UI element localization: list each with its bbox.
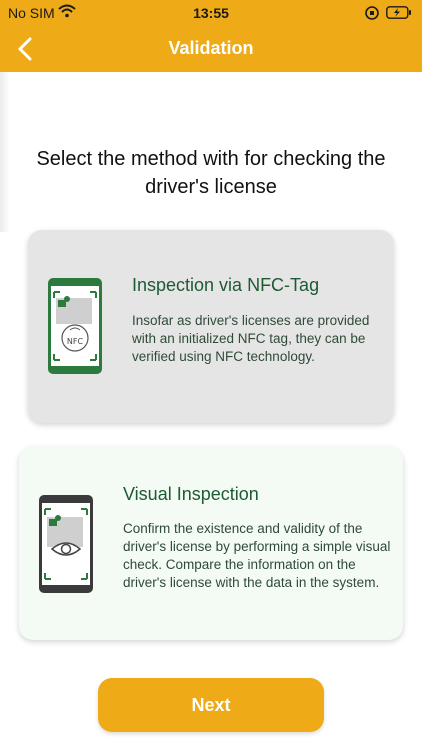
visual-inspection-phone-icon <box>37 493 99 600</box>
edge-shadow <box>0 72 10 232</box>
clock: 13:55 <box>193 5 229 21</box>
status-bar: No SIM 13:55 <box>0 0 422 26</box>
option-nfc-card[interactable]: NFC Inspection via NFC-Tag Insofar as dr… <box>28 230 394 423</box>
nfc-label: NFC <box>67 337 84 346</box>
nfc-phone-icon: NFC <box>46 276 114 381</box>
nav-bar: Validation <box>0 26 422 72</box>
next-button[interactable]: Next <box>98 678 324 732</box>
orientation-lock-icon <box>364 5 380 24</box>
option-title: Inspection via NFC-Tag <box>132 275 320 295</box>
option-visual-card[interactable]: Visual Inspection Confirm the existence … <box>19 447 403 640</box>
option-title: Visual Inspection <box>123 484 259 504</box>
instruction-heading: Select the method with for checking the … <box>36 148 386 198</box>
page-title: Validation <box>168 38 254 58</box>
battery-charging-icon <box>386 6 412 22</box>
option-description: Confirm the existence and validity of th… <box>123 521 391 590</box>
option-description: Insofar as driver's licenses are provide… <box>132 313 370 364</box>
